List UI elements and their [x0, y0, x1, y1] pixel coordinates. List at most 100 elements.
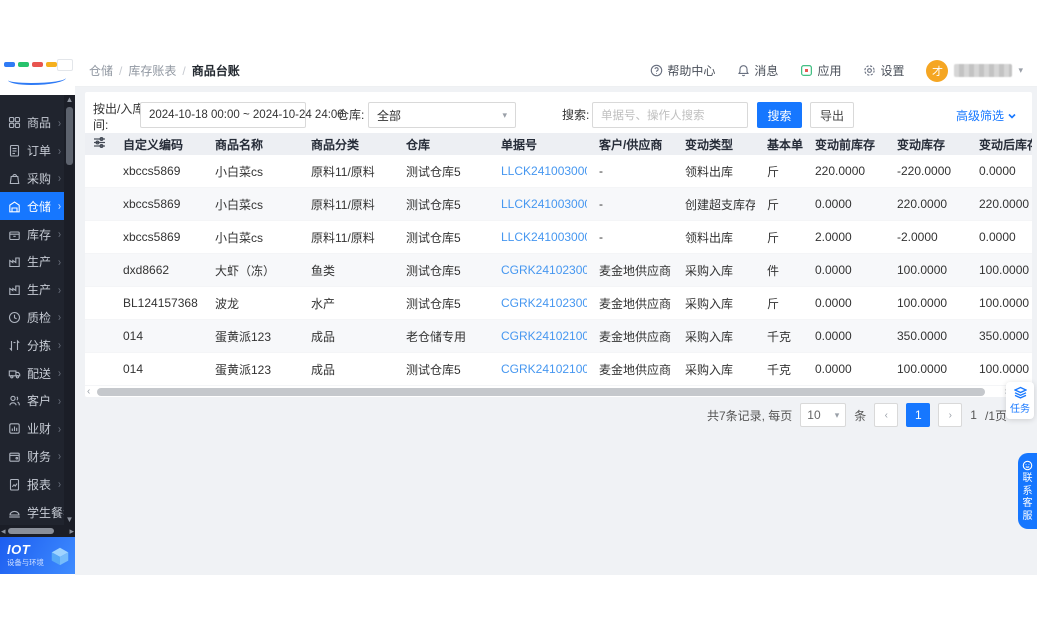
sidebar-item-label: 报表 [27, 477, 52, 492]
advanced-filter-toggle[interactable]: 高级筛选 [956, 107, 1017, 124]
cell-unit: 斤 [767, 230, 780, 245]
sidebar-item-分拣[interactable]: 分拣 › [0, 331, 64, 359]
cell-before: 0.0000 [815, 296, 852, 310]
cell-before: 0.0000 [815, 197, 852, 211]
table-horizontal-scrollbar[interactable]: ‹ › [85, 386, 1032, 397]
logo-chip [57, 59, 73, 71]
column-header-7: 变动类型 [685, 137, 734, 152]
ledger-table: 自定义编码 商品名称 商品分类 仓库 单据号 客户/供应商 变动类型 基本单位变动前库存 变动库… [85, 133, 1032, 386]
cell-before: 2.0000 [815, 230, 852, 244]
doc-number-link[interactable]: CGRK24102100001 [489, 362, 587, 376]
sidebar-horizontal-scrollbar[interactable]: ◂ ▸ [0, 525, 75, 537]
task-float-button[interactable]: 任务 [1006, 382, 1034, 419]
prev-page-button[interactable]: ‹ [874, 403, 899, 427]
column-settings-button[interactable] [85, 136, 111, 152]
settings-button[interactable]: 设置 [863, 62, 904, 79]
breadcrumb-warehouse[interactable]: 仓储 [89, 62, 113, 79]
factory-icon [8, 283, 22, 297]
export-button[interactable]: 导出 [810, 102, 854, 128]
cell-change: 100.0000 [897, 362, 948, 376]
sidebar-vertical-scrollbar[interactable]: ▲ ▼ [64, 95, 75, 525]
apps-button[interactable]: 应用 [800, 62, 841, 79]
scroll-up-icon[interactable]: ▲ [64, 95, 75, 105]
report-icon [8, 477, 22, 491]
table-row[interactable]: 014 蛋黄派123 成品 老仓储专用 CGRK24102100002 麦金地供应商采购入… [85, 320, 1032, 353]
table-row[interactable]: dxd8662 大虾（冻） 鱼类 测试仓库5 CGRK24102300001 麦金地供应商… [85, 254, 1032, 287]
factory-icon [8, 255, 22, 269]
cell-partner: 麦金地供应商 [599, 263, 672, 278]
help-center-button[interactable]: 帮助中心 [650, 62, 715, 79]
sidebar-item-财务[interactable]: 财务 › [0, 443, 64, 471]
cell-category: 成品 [311, 362, 336, 377]
user-menu[interactable]: 才 ▾ [926, 59, 1023, 82]
search-placeholder: 单据号、操作人搜索 [601, 110, 705, 122]
table-hscroll-thumb[interactable] [97, 388, 985, 396]
cell-code: xbccs5869 [123, 197, 181, 211]
scroll-left-icon[interactable]: ‹ [87, 386, 90, 397]
page-size-select[interactable]: 10 ▾ [800, 403, 847, 427]
sidebar-item-学生餐[interactable]: 学生餐› [0, 498, 66, 526]
grid-icon [8, 116, 22, 130]
doc-number-link[interactable]: CGRK24102300001 [489, 263, 587, 277]
sidebar-item-仓储[interactable]: 仓储 › [0, 192, 64, 221]
scroll-left-icon[interactable]: ◂ [1, 525, 6, 537]
table-row[interactable]: BL124157368 波龙 水产 测试仓库5 CGRK24102300001 麦金地供应… [85, 287, 1032, 320]
cell-category: 成品 [311, 329, 336, 344]
sorting-icon [8, 338, 22, 352]
doc-number-link[interactable]: LLCK24100300001 [489, 230, 587, 244]
customer-service-button[interactable]: 联系客服 [1018, 453, 1037, 529]
chevron-down-icon: ▾ [502, 109, 507, 120]
cell-code: 014 [123, 362, 144, 376]
sidebar-item-生产[interactable]: 生产 › [0, 248, 64, 276]
date-range-input[interactable]: 2024-10-18 00:00 ~ 2024-10-24 24:00 [140, 102, 344, 128]
sidebar-hscroll-thumb[interactable] [8, 528, 54, 534]
search-input[interactable]: 单据号、操作人搜索 [592, 102, 748, 128]
column-header-9: 变动前库存 [815, 137, 876, 152]
sidebar-item-label: 业财 [27, 422, 52, 437]
doc-number-link[interactable]: CGRK24102300001 [489, 296, 587, 310]
sidebar-item-label: 生产 [27, 255, 52, 270]
cell-change: -2.0000 [897, 230, 938, 244]
table-row[interactable]: xbccs5869 小白菜cs 原料11/原料 测试仓库5 LLCK2410030000… [85, 155, 1032, 188]
search-label: 搜索: [562, 108, 590, 122]
scroll-down-icon[interactable]: ▼ [64, 515, 75, 525]
cell-before: 0.0000 [815, 329, 852, 343]
sidebar-item-质检[interactable]: 质检 › [0, 304, 64, 332]
next-page-button[interactable]: › [938, 403, 963, 427]
sidebar-item-生产[interactable]: 生产 › [0, 276, 64, 304]
app-logo [0, 55, 75, 95]
sidebar-vscroll-thumb[interactable] [66, 107, 73, 165]
messages-button[interactable]: 消息 [737, 62, 778, 79]
sidebar-item-报表[interactable]: 报表 › [0, 470, 64, 498]
search-button[interactable]: 搜索 [757, 102, 802, 128]
cell-unit: 千克 [767, 362, 792, 377]
table-row[interactable]: xbccs5869 小白菜cs 原料11/原料 测试仓库5 LLCK2410030000… [85, 188, 1032, 221]
doc-number-link[interactable]: LLCK24100300001 [489, 164, 587, 178]
sidebar-item-业财[interactable]: 业财 › [0, 415, 64, 443]
cell-change: 350.0000 [897, 329, 948, 343]
cell-change: 100.0000 [897, 263, 948, 277]
sidebar-item-库存[interactable]: 库存 › [0, 220, 64, 248]
sidebar-item-商品[interactable]: 商品 › [0, 109, 64, 137]
table-row[interactable]: 014 蛋黄派123 成品 测试仓库5 CGRK24102100001 麦金地供应商采购入… [85, 353, 1032, 386]
scroll-right-icon[interactable]: ▸ [69, 525, 74, 537]
breadcrumb-inventory-report[interactable]: 库存账表 [128, 62, 176, 79]
current-page-button[interactable]: 1 [906, 403, 931, 427]
cell-after: 0.0000 [979, 164, 1016, 178]
column-header-5: 单据号 [501, 137, 538, 152]
warehouse-select[interactable]: 全部 ▾ [368, 102, 516, 128]
iot-banner[interactable]: IOT 设备与环境 [0, 537, 75, 574]
sidebar-item-label: 仓储 [27, 199, 52, 214]
sidebar-item-label: 库存 [27, 227, 52, 242]
sidebar-item-订单[interactable]: 订单 › [0, 137, 64, 165]
sidebar-item-配送[interactable]: 配送 › [0, 359, 64, 387]
cell-warehouse: 测试仓库5 [406, 230, 461, 245]
sidebar-item-采购[interactable]: 采购 › [0, 165, 64, 193]
table-row[interactable]: xbccs5869 小白菜cs 原料11/原料 测试仓库5 LLCK2410030000… [85, 221, 1032, 254]
pagination-total: 共7条记录, 每页 [706, 408, 793, 423]
page-jump-value[interactable]: 1 [970, 408, 977, 422]
sidebar-item-客户[interactable]: 客户 › [0, 387, 64, 415]
doc-number-link[interactable]: CGRK24102100002 [489, 329, 587, 343]
order-icon [8, 144, 22, 158]
doc-number-link[interactable]: LLCK24100300001 [489, 197, 587, 211]
